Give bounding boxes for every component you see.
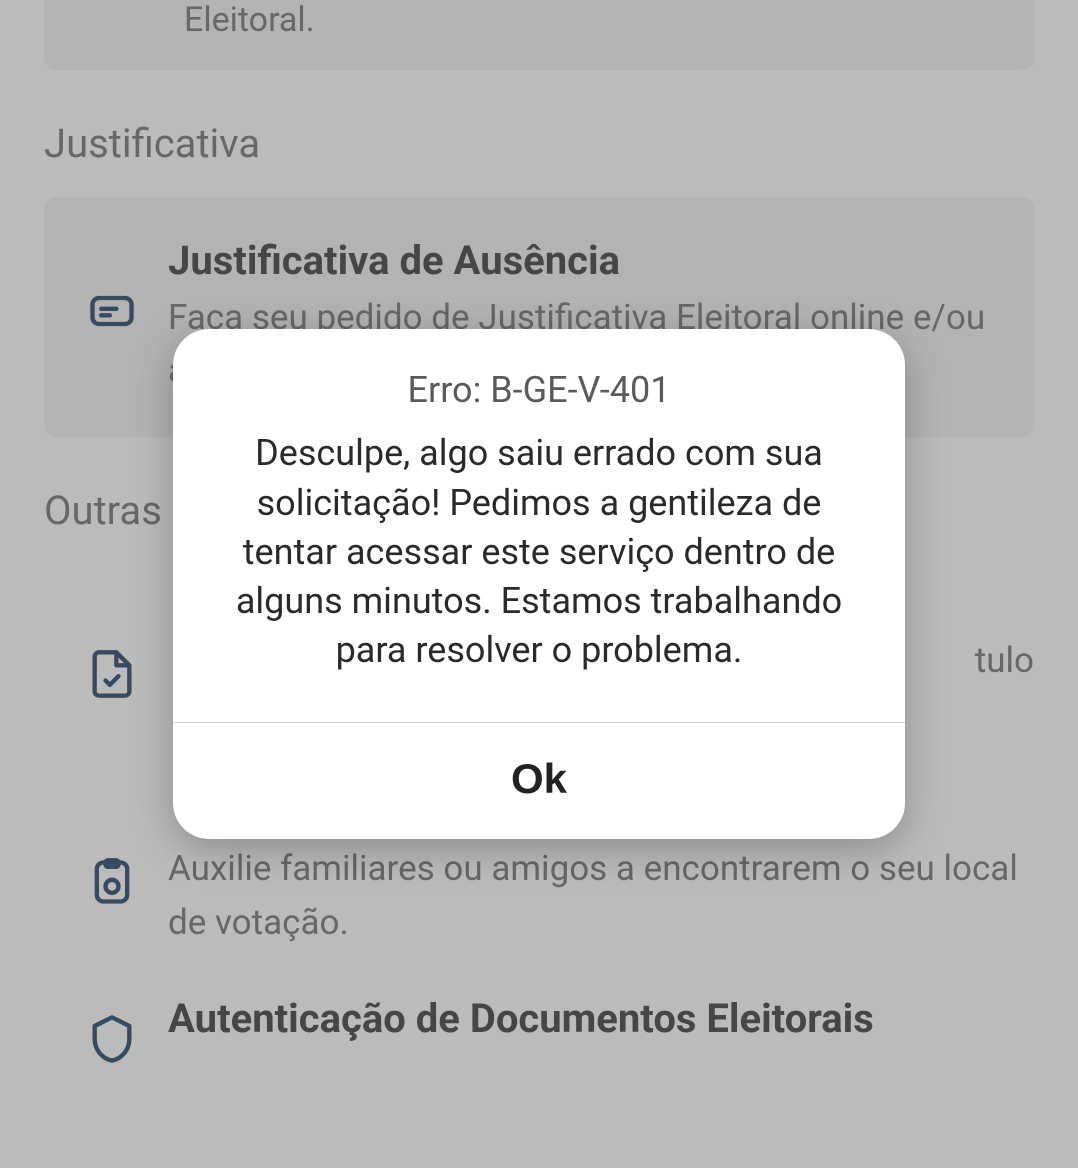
ok-button[interactable]: Ok [173, 723, 905, 839]
dialog-message: Desculpe, algo saiu errado com sua solic… [173, 429, 905, 722]
error-dialog: Erro: B-GE-V-401 Desculpe, algo saiu err… [173, 329, 905, 839]
modal-overlay: Erro: B-GE-V-401 Desculpe, algo saiu err… [0, 0, 1078, 1168]
dialog-title: Erro: B-GE-V-401 [173, 329, 905, 429]
